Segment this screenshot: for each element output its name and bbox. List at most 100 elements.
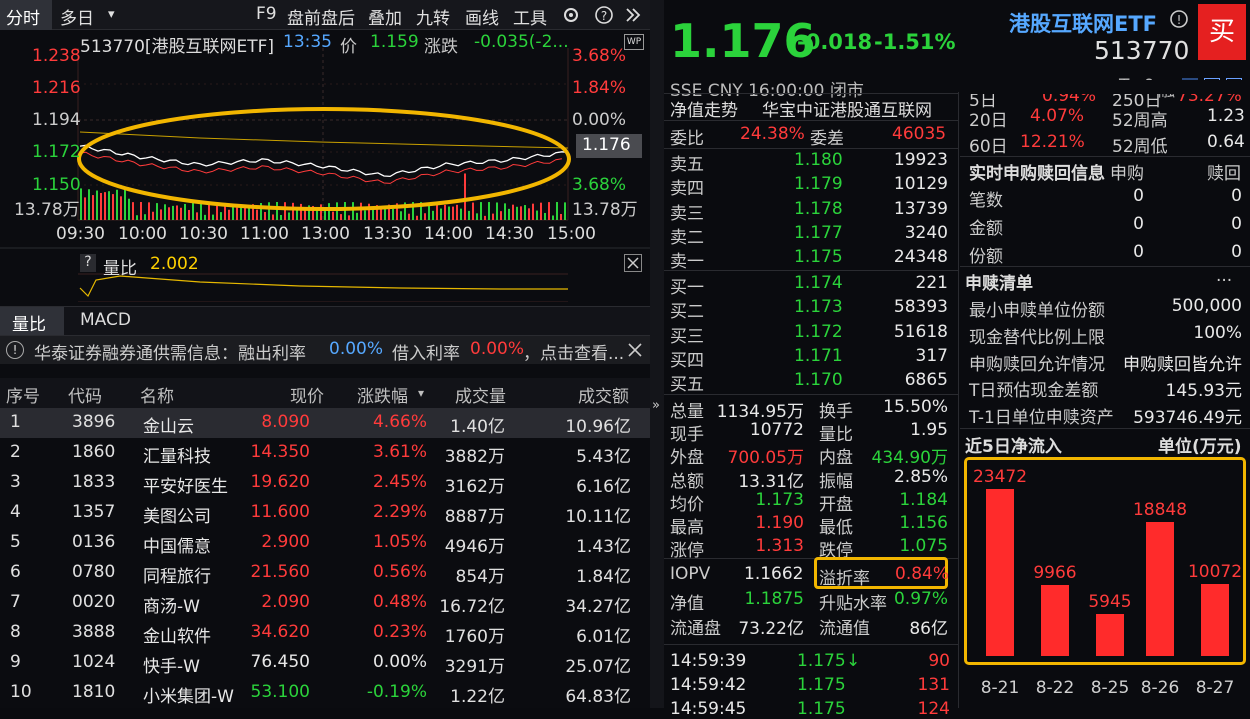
flow-bar[interactable] <box>986 488 1014 656</box>
cell-name: 美图公司 <box>143 507 211 527</box>
th-name[interactable]: 名称 <box>140 382 174 407</box>
quote-change: -0.018 <box>797 30 873 54</box>
table-row[interactable]: 10 1810 小米集团-W 53.100 -0.19% 1.22亿 64.83亿 <box>0 678 650 708</box>
flow-title: 近5日净流入 <box>965 437 1062 457</box>
sort-desc-icon[interactable]: ▾ <box>418 386 424 400</box>
table-row[interactable]: 4 1357 美图公司 11.600 2.29% 8887万 10.11亿 <box>0 498 650 528</box>
flow-bar-label: 10072 <box>1187 562 1243 583</box>
table-row[interactable]: 6 0780 同程旅行 21.560 0.56% 854万 1.84亿 <box>0 558 650 588</box>
th-code[interactable]: 代码 <box>68 382 102 407</box>
notice-suffix: ，点击查看... <box>523 344 625 364</box>
ob-price: 1.180 <box>794 150 843 170</box>
list-more[interactable]: ... <box>1216 266 1232 286</box>
info-circle-icon[interactable]: ! <box>1169 9 1189 29</box>
table-row[interactable]: 8 3888 金山软件 34.620 0.23% 1760万 6.01亿 <box>0 618 650 648</box>
redeem-subscribe-value: 0 <box>1133 186 1144 206</box>
th-amount[interactable]: 成交额 <box>578 382 629 407</box>
tab-liangbi[interactable]: 量比 <box>0 307 64 335</box>
tick-time: 14:59:45 <box>670 699 747 719</box>
double-chevron-right-icon[interactable] <box>624 6 642 24</box>
x-tick-0: 09:30 <box>56 224 105 244</box>
list-title: 申赎清单 <box>965 274 1033 294</box>
perf-52wl-label: 52周低 <box>1112 137 1168 157</box>
table-row[interactable]: 5 0136 中国儒意 2.900 1.05% 4946万 1.43亿 <box>0 528 650 558</box>
table-row[interactable]: 1 3896 金山云 8.090 4.66% 1.40亿 10.96亿 <box>0 408 650 438</box>
ob-volume: 19923 <box>893 150 948 170</box>
stat-value: 1.313 <box>755 536 804 557</box>
ob-price: 1.179 <box>794 174 843 195</box>
th-price[interactable]: 现价 <box>290 382 324 407</box>
index-name: 华宝中证港股通互联网 <box>762 101 932 121</box>
cell-name: 中国儒意 <box>143 537 211 557</box>
cell-name: 平安好医生 <box>143 477 228 497</box>
table-row[interactable]: 9 1024 快手-W 76.450 0.00% 3291万 25.07亿 <box>0 648 650 678</box>
f9-button[interactable]: F9 <box>256 4 277 24</box>
cell-index: 4 <box>10 502 21 522</box>
tick-price: 1.175 <box>797 651 846 671</box>
premarket-button[interactable]: 盘前盘后 <box>287 4 355 29</box>
stat-label: 量比 <box>819 425 853 446</box>
tab-duori[interactable]: 多日 <box>60 4 94 29</box>
svg-text:!: ! <box>1177 13 1182 27</box>
cell-volume: 3162万 <box>444 477 505 497</box>
cell-code: 0136 <box>72 532 116 552</box>
close-notice-icon[interactable] <box>627 342 643 358</box>
tick-volume: 90 <box>928 651 950 671</box>
ob-volume: 51618 <box>893 321 948 342</box>
list-row-value: 100% <box>1193 322 1242 343</box>
th-volume[interactable]: 成交量 <box>455 382 506 407</box>
table-row[interactable]: 3 1833 平安好医生 19.620 2.45% 3162万 6.16亿 <box>0 468 650 498</box>
extra-value: 86亿 <box>909 618 948 639</box>
cell-index: 1 <box>10 412 21 432</box>
cell-change: 2.45% <box>372 472 427 492</box>
stat-value: 1.190 <box>755 513 804 533</box>
ratio-help-icon[interactable]: ? <box>80 254 96 272</box>
table-row[interactable]: 7 0020 商汤-W 2.090 0.48% 16.72亿 34.27亿 <box>0 588 650 618</box>
notice-bar[interactable]: ! 华泰证券融券通供需信息：融出利率 0.00% 借入利率 0.00% ，点击查… <box>0 336 650 364</box>
tick-arrow-icon: ↓ <box>846 651 861 671</box>
help-icon[interactable]: ? <box>594 5 614 25</box>
tab-macd[interactable]: MACD <box>80 310 131 330</box>
nav-trend-tab[interactable]: 净值走势 <box>670 96 738 121</box>
stat-label: 外盘 <box>670 448 704 469</box>
panel-splitter[interactable]: » <box>650 0 664 708</box>
stat-value: 1.95 <box>910 420 948 441</box>
tools-button[interactable]: 工具 <box>513 4 547 29</box>
y-tick-2: 1.194 <box>32 110 81 130</box>
top-toolbar: 分时 多日 ▾ F9 盘前盘后 叠加 九转 画线 工具 ? <box>0 0 650 30</box>
extra-label: 流通值 <box>819 618 870 639</box>
ob-price: 1.174 <box>794 273 843 293</box>
close-indicator-icon[interactable] <box>624 254 642 272</box>
y-vol-right: 13.78万 <box>572 200 638 220</box>
notice-rate1: 0.00% <box>329 339 384 359</box>
th-index[interactable]: 序号 <box>6 382 40 407</box>
flow-bar[interactable] <box>1201 584 1229 656</box>
redeem-subscribe-value: 0 <box>1133 214 1144 234</box>
cell-code: 3896 <box>72 412 116 432</box>
list-row-value: 145.93元 <box>1165 381 1242 402</box>
flow-bar[interactable] <box>1041 585 1069 656</box>
tab-fenshi[interactable]: 分时 <box>0 0 52 30</box>
cell-code: 1860 <box>72 442 116 462</box>
cell-amount: 10.96亿 <box>565 417 631 437</box>
redeem-title: 实时申购赎回信息 <box>969 164 1105 184</box>
cell-change: 2.29% <box>372 502 427 522</box>
info-icon: ! <box>6 341 24 359</box>
buy-button[interactable]: 买 <box>1198 4 1246 60</box>
intraday-chart[interactable]: 513770[港股互联网ETF] 13:35 价 1.159 涨跌 -0.035… <box>0 30 650 302</box>
flow-bar[interactable] <box>1146 521 1174 656</box>
jiuzhuan-button[interactable]: 九转 <box>416 4 450 29</box>
gear-icon[interactable] <box>561 5 581 25</box>
draw-line-button[interactable]: 画线 <box>465 4 499 29</box>
overlay-button[interactable]: 叠加 <box>368 4 402 29</box>
redeem-row-label: 笔数 <box>969 191 1003 211</box>
stat-label: 均价 <box>670 494 704 515</box>
th-change-pct[interactable]: 涨跌幅 <box>357 382 408 407</box>
flow-bar[interactable] <box>1096 613 1124 656</box>
perf-20d-label: 20日 <box>969 111 1008 131</box>
ob-price: 1.171 <box>794 345 843 366</box>
table-row[interactable]: 2 1860 汇量科技 14.350 3.61% 3882万 5.43亿 <box>0 438 650 468</box>
redeem-row-label: 份额 <box>969 247 1003 267</box>
ob-level-label: 买二 <box>670 302 704 323</box>
duori-dropdown-icon[interactable]: ▾ <box>108 7 115 22</box>
